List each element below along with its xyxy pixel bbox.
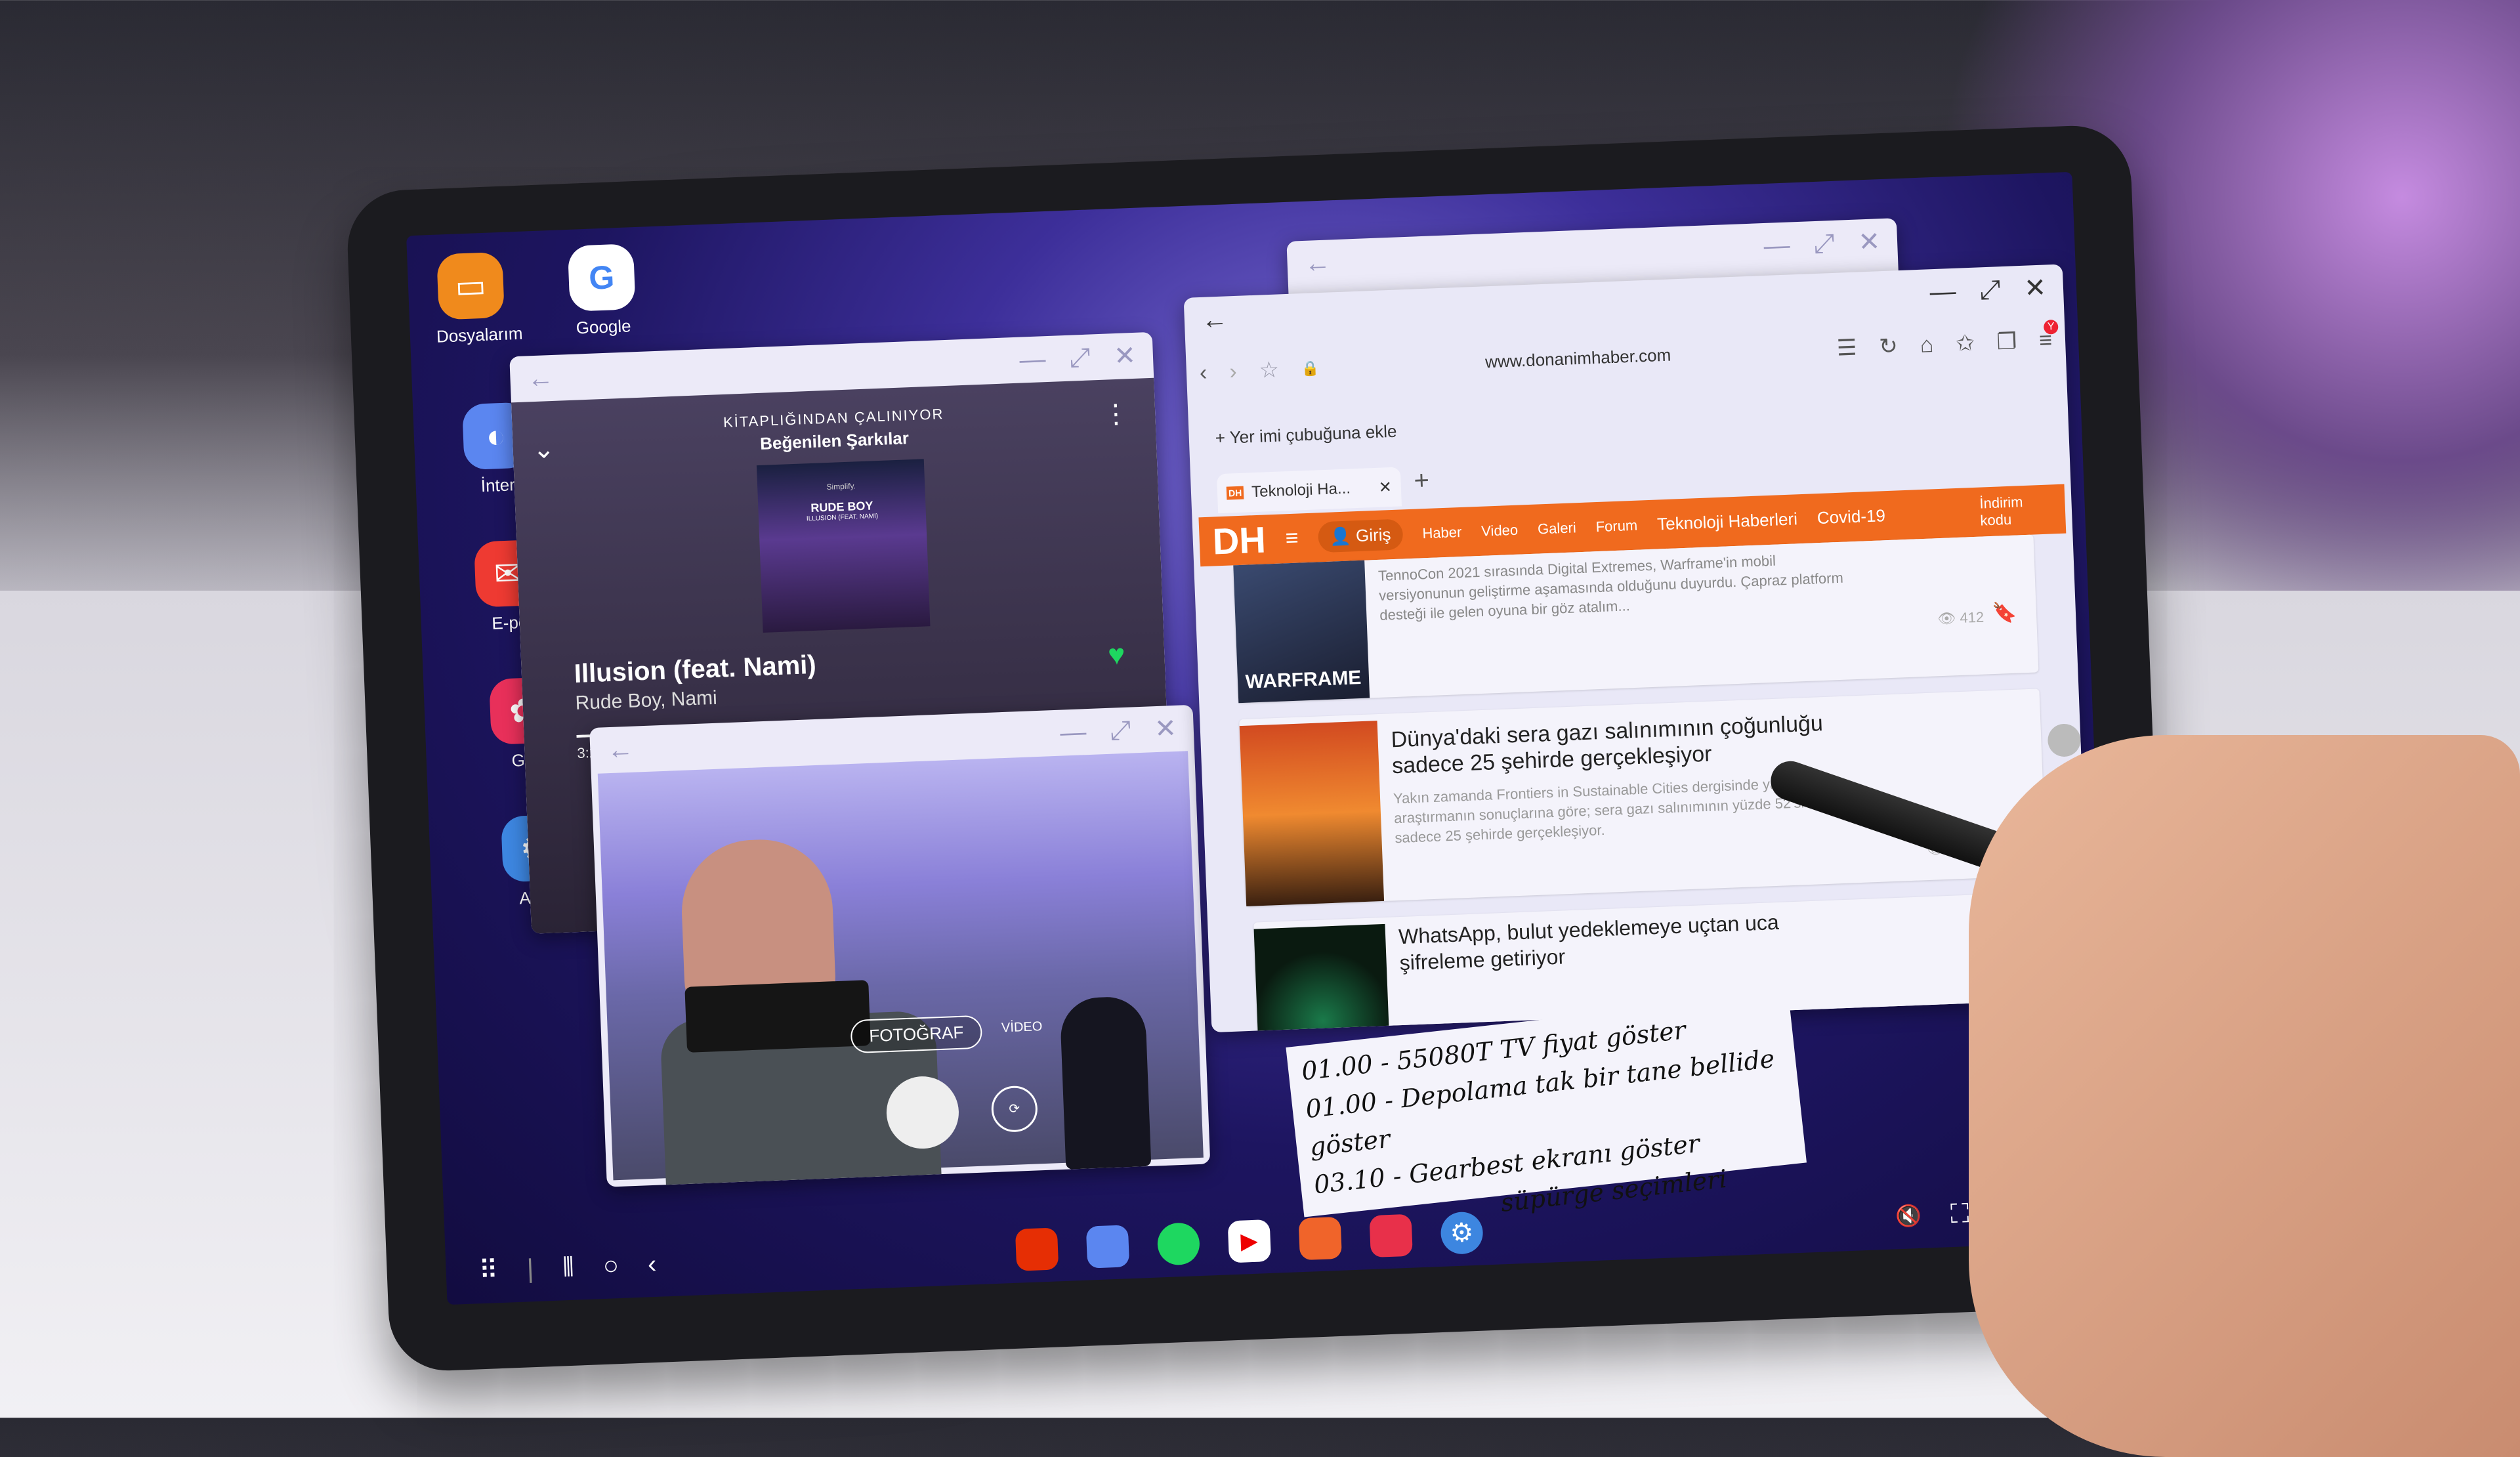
add-bookmark-label: Yer imi çubuğuna ekle	[1229, 421, 1397, 448]
tab-title: Teknoloji Ha...	[1251, 479, 1351, 501]
article-summary: TennoCon 2021 sırasında Digital Extremes…	[1377, 552, 1844, 623]
video-mode-button[interactable]: VİDEO	[1001, 1019, 1043, 1036]
article-thumbnail	[1239, 721, 1385, 906]
back-arrow-icon[interactable]: ←	[1201, 305, 1228, 335]
login-button[interactable]: 👤 Giriş	[1317, 518, 1404, 553]
folder-icon: ▭	[436, 251, 505, 320]
nav-forward-icon[interactable]: ›	[1229, 358, 1238, 384]
recents-icon[interactable]: ⦀	[562, 1252, 574, 1282]
cover-brand: Simplify.	[826, 481, 856, 492]
hamburger-icon[interactable]: ≡	[1285, 526, 1299, 552]
home-icon[interactable]: ⌂	[1920, 332, 1934, 358]
site-logo[interactable]: DH	[1212, 518, 1267, 562]
menu-icon[interactable]: ≡ Y	[2038, 319, 2059, 354]
new-tab-icon[interactable]: +	[1414, 466, 1430, 496]
tabs-icon[interactable]: ❐	[1996, 328, 2017, 355]
hand	[1969, 735, 2520, 1457]
reload-icon[interactable]: ↻	[1879, 333, 1899, 360]
promo-code-link[interactable]: İndirim kodu	[1979, 492, 2053, 529]
camera-icon[interactable]	[1369, 1214, 1413, 1258]
address-bar[interactable]: www.donanimhaber.com	[1341, 339, 1815, 378]
edit-fab-icon[interactable]	[2047, 723, 2082, 757]
home-icon[interactable]: ○	[602, 1251, 620, 1281]
nav-video[interactable]: Video	[1481, 521, 1519, 539]
app-label: Dosyalarım	[436, 323, 523, 347]
song-artist: Rude Boy, Nami	[574, 686, 718, 714]
app-icon-google[interactable]: G Google	[564, 243, 640, 339]
maximize-icon[interactable]: ⤢	[1979, 275, 2002, 305]
bookmarks-icon[interactable]: ✩	[1956, 330, 1975, 357]
close-icon[interactable]: ✕	[1154, 713, 1177, 744]
link-teknoloji-haberleri[interactable]: Teknoloji Haberleri	[1657, 509, 1798, 534]
spotify-icon[interactable]	[1156, 1222, 1200, 1266]
nav-galeri[interactable]: Galeri	[1538, 519, 1577, 538]
youtube-icon[interactable]: ▶	[1227, 1219, 1271, 1263]
switch-camera-icon[interactable]: ⟳	[990, 1085, 1039, 1133]
browser-window: ← — ⤢ ✕ ‹ › ☆ 🔒 www.donanimhaber.com ☰ ↻ ⌂ ✩ ❐ ≡ Y…	[1183, 264, 2091, 1033]
screenshot-icon[interactable]: ⛶	[1950, 1199, 1969, 1229]
minimize-icon[interactable]: —	[1019, 345, 1047, 375]
album-cover: Simplify. RUDE BOY ILLUSION (FEAT. NAMI)	[756, 459, 931, 633]
bookmark-icon[interactable]: 🔖	[1992, 601, 2017, 625]
reader-icon[interactable]: ☰	[1836, 335, 1857, 362]
menu-badge: Y	[2043, 319, 2059, 335]
taskbar: ⠿ | ⦀ ○ ‹ ▶ ⚙ 🔇 ⛶ 3 📶	[445, 1175, 2113, 1305]
chair	[1059, 996, 1152, 1170]
aliexpress-icon[interactable]	[1015, 1227, 1059, 1271]
tablet: ▭Dosyalarım GGoogle ◐İnter ✉E-po ✿Gal ⚙A…	[345, 123, 2175, 1373]
back-icon[interactable]: ‹	[647, 1249, 657, 1278]
settings-icon[interactable]: ⚙	[1440, 1211, 1484, 1255]
maximize-icon[interactable]: ⤢	[1069, 343, 1091, 373]
close-icon[interactable]: ✕	[1114, 341, 1137, 371]
close-icon[interactable]: ✕	[1858, 226, 1881, 257]
login-label: Giriş	[1355, 524, 1391, 546]
google-icon: G	[567, 243, 636, 312]
minimize-icon[interactable]: —	[1060, 717, 1087, 748]
camera-viewfinder: FOTOĞRAF VİDEO ⟳	[597, 751, 1204, 1185]
video-camera	[684, 980, 871, 1053]
favicon-dh: DH	[1226, 486, 1244, 500]
link-covid[interactable]: Covid-19	[1816, 505, 1885, 528]
photo-mode-button[interactable]: FOTOĞRAF	[850, 1015, 983, 1054]
star-icon[interactable]: ☆	[1259, 356, 1280, 383]
views-value: 412	[1959, 608, 1984, 626]
heart-icon[interactable]: ♥	[1107, 639, 1125, 672]
back-arrow-icon[interactable]: ←	[607, 734, 635, 765]
view-count: 👁 412	[1937, 608, 1984, 627]
camera-window: ← — ⤢ ✕ FOTOĞRAF VİDEO ⟳	[589, 704, 1211, 1187]
article-thumbnail	[1253, 923, 1389, 1033]
article-card[interactable]: Dünya'daki sera gazı salınımının çoğunlu…	[1239, 688, 2047, 906]
app-label: Google	[576, 316, 632, 338]
tab-teknoloji[interactable]: DH Teknoloji Ha... ✕	[1216, 467, 1402, 514]
divider: |	[526, 1254, 535, 1283]
back-arrow-icon[interactable]: ←	[527, 363, 555, 394]
tablet-screen: ▭Dosyalarım GGoogle ◐İnter ✉E-po ✿Gal ⚙A…	[406, 171, 2113, 1305]
add-bookmark-bar[interactable]: + Yer imi çubuğuna ekle	[1215, 421, 1397, 449]
article-thumbnail: WARFRAME	[1233, 560, 1370, 704]
nav-back-icon[interactable]: ‹	[1199, 360, 1208, 385]
song-title: Illusion (feat. Nami)	[574, 650, 817, 689]
minimize-icon[interactable]: —	[1763, 230, 1791, 261]
mute-icon[interactable]: 🔇	[1895, 1203, 1922, 1229]
nav-forum[interactable]: Forum	[1595, 517, 1638, 535]
back-arrow-icon[interactable]: ←	[1304, 248, 1332, 279]
lock-icon: 🔒	[1301, 360, 1320, 377]
close-tab-icon[interactable]: ✕	[1378, 478, 1392, 497]
maximize-icon[interactable]: ⤢	[1813, 228, 1836, 259]
apps-grid-icon[interactable]: ⠿	[478, 1255, 499, 1286]
internet-icon[interactable]	[1085, 1225, 1129, 1269]
maximize-icon[interactable]: ⤢	[1109, 715, 1131, 746]
app-icon-files[interactable]: ▭ Dosyalarım	[433, 251, 523, 347]
notes-icon[interactable]	[1298, 1216, 1342, 1261]
app-label: İnter	[480, 475, 516, 496]
article-title[interactable]: WhatsApp, bulut yedeklemeye uçtan uca şi…	[1398, 906, 1859, 976]
close-icon[interactable]: ✕	[2024, 273, 2047, 304]
nav-haber[interactable]: Haber	[1422, 523, 1462, 541]
minimize-icon[interactable]: —	[1929, 276, 1957, 307]
